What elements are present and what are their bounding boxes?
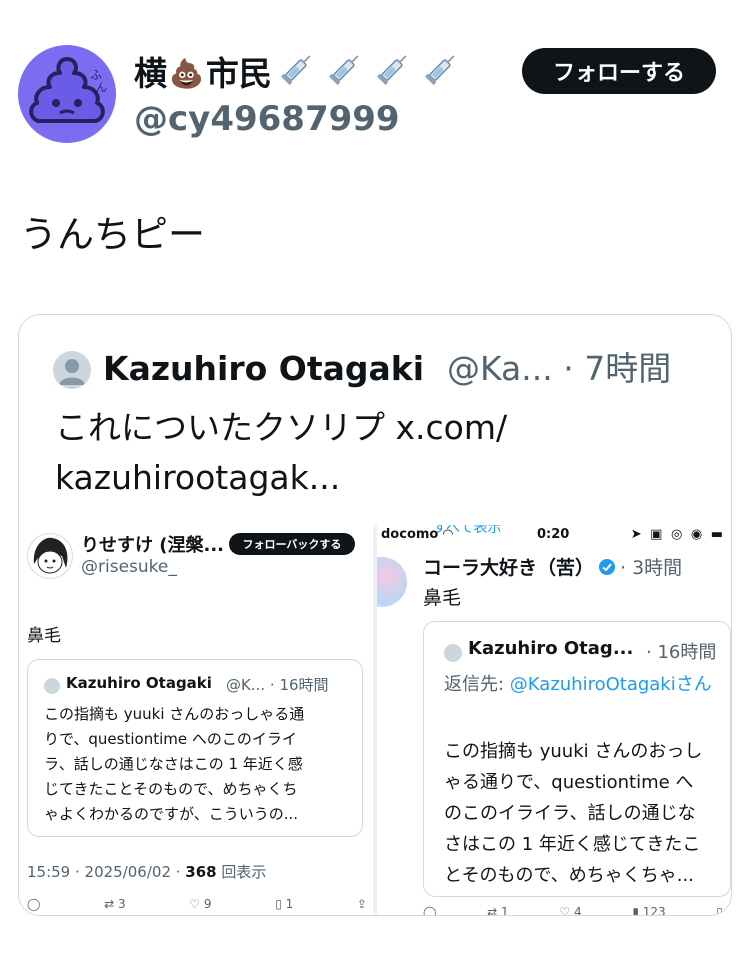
text-line: じてきたことそのもので、めちゃくち [44,780,298,798]
post-meta: · 3時間 [620,557,683,579]
syringe-icon [328,55,359,85]
text-line: ラ、話しの通じなさはこの 1 年近く感 [44,755,303,773]
share-icon: ⇪ [356,897,367,911]
text-line: とそのもので、めちゃくちゃ... [444,865,694,886]
quoted-text-line: これについたクソリプ x.com/ [55,408,508,447]
post-stats: 15:59 · 2025/06/02 · 368 回表示 [27,861,266,882]
retweet-icon: ⇄ 1 [487,905,509,915]
retweet-icon: ⇄ 3 [104,897,126,911]
text-line: ゃる通りで、questiontime へ [444,772,694,793]
heart-icon: ♡ 4 [559,905,581,915]
bookmark-count: 1 [285,897,294,911]
status-time: 0:20 [537,527,570,542]
text-line: ゃよくわかるのですが、こういうの... [44,805,299,823]
post-text: 鼻毛 [27,626,61,646]
svg-text:ふ: ふ [90,68,102,82]
post-author-handle: @risesuke_ [81,557,177,577]
views-icon: ▮ 123 [632,905,665,915]
post-author-name: りせすけ (涅槃... [81,535,225,556]
nested-author-name: Kazuhiro Otagaki [66,674,212,692]
author-display-name[interactable]: 横 💩 市民 [134,48,464,99]
retweet-count: 3 [117,897,126,911]
svg-text:ん: ん [96,81,107,94]
quoted-tweet-text: これについたクソリプ x.com/ kazuhirootagak... [55,403,705,503]
poop-emoji-icon: 💩 [169,56,204,90]
reply-prefix: 返信先: [444,674,510,695]
post-author-name-text: コーラ大好き（苦） [423,557,595,579]
views-count: 123 [642,905,666,915]
default-avatar-icon [444,644,462,662]
views-count: 368 [185,863,217,881]
reply-mention: @KazuhiroOtagakiさん [509,674,712,695]
like-count: 4 [573,905,582,915]
author-avatar[interactable]: ふ ん [18,45,116,143]
text-line: この指摘も yuuki さんのおっし [444,741,703,762]
quoted-media[interactable]: りせすけ (涅槃... @risesuke_ フォローバックする 鼻毛 Kazu… [19,525,731,915]
syringe-icon [376,55,407,85]
quoted-author-meta: @Ka... · 7時間 [447,349,672,388]
syringe-icon [424,55,455,85]
post-text: 鼻毛 [423,587,462,609]
display-name-part1: 横 [134,53,167,93]
default-avatar-icon[interactable] [53,351,91,389]
nested-tweet-text: この指摘も yuuki さんのおっしゃる通 りで、questiontime への… [44,702,354,827]
post-actions: ◯ ⇄ 3 ♡ 9 ▯ 1 ⇪ [27,897,367,915]
media-image-left[interactable]: りせすけ (涅槃... @risesuke_ フォローバックする 鼻毛 Kazu… [19,525,373,915]
verified-badge-icon [599,558,616,575]
retweet-count: 1 [501,905,509,915]
like-count: 9 [203,897,212,911]
wifi-icon: ◠ [442,527,453,542]
quoted-author-name[interactable]: Kazuhiro Otagaki [103,347,424,391]
media-image-right[interactable]: すべて表示 docomo ◠ 0:20 ➤ ▣ ◎ ◉ ▬ コーラ大好き（苦） … [377,525,731,915]
quoted-tweet[interactable]: Kazuhiro Otagaki @Ka... · 7時間 これについたクソリプ… [18,314,732,916]
nested-author-meta: · 16時間 [646,642,717,663]
post-author-name: コーラ大好き（苦） · 3時間 [423,553,682,580]
heart-icon: ♡ 9 [189,897,212,911]
nested-quoted-tweet: Kazuhiro Otag... · 16時間 返信先: @KazuhiroOt… [423,621,731,897]
carrier-text: docomo [381,527,439,542]
reply-to-line: 返信先: @KazuhiroOtagakiさん [444,670,731,700]
quoted-text-line[interactable]: kazuhirootagak... [55,453,705,503]
display-name-part2: 市民 [205,53,272,93]
avatar [377,557,407,607]
follow-button[interactable]: フォローする [522,48,716,94]
tweet-text: うんちピー [20,213,205,256]
syringe-icons [272,48,464,99]
author-handle[interactable]: @cy49687999 [134,97,400,141]
text-line: りで、questiontime へのこのイライ [44,730,297,748]
avatar [27,533,73,579]
status-icons: ➤ ▣ ◎ ◉ ▬ [630,527,725,542]
nested-tweet-text: この指摘も yuuki さんのおっし ゃる通りで、questiontime へ … [444,736,731,891]
text-line: この指摘も yuuki さんのおっしゃる通 [44,705,305,723]
follow-back-button: フォローバックする [229,533,355,555]
carrier-label: docomo ◠ [381,527,453,542]
bookmark-icon: ▯ 1 [275,897,294,911]
phone-status-bar: docomo ◠ 0:20 ➤ ▣ ◎ ◉ ▬ [377,525,731,547]
text-line: さはこの 1 年近く感じてきたこ [444,834,701,855]
comment-icon: ◯ [423,905,437,915]
post-actions: ◯ ⇄ 1 ♡ 4 ▮ 123 ▯ [423,905,723,915]
text-line: のこのイライラ、話しの通じな [444,803,696,824]
post-timestamp: 15:59 · 2025/06/02 · [27,863,186,881]
poop-face-icon: ふ ん [29,57,107,123]
default-avatar-icon [44,678,60,694]
comment-icon: ◯ [27,897,41,911]
nested-quoted-tweet: Kazuhiro Otagaki @K... · 16時間 この指摘も yuuk… [27,659,363,837]
nested-author-meta: @K... · 16時間 [226,676,329,694]
syringe-icon [280,55,311,85]
bookmark-icon: ▯ [716,905,723,915]
nested-author-name: Kazuhiro Otag... [468,638,634,659]
views-label: 回表示 [216,863,267,881]
